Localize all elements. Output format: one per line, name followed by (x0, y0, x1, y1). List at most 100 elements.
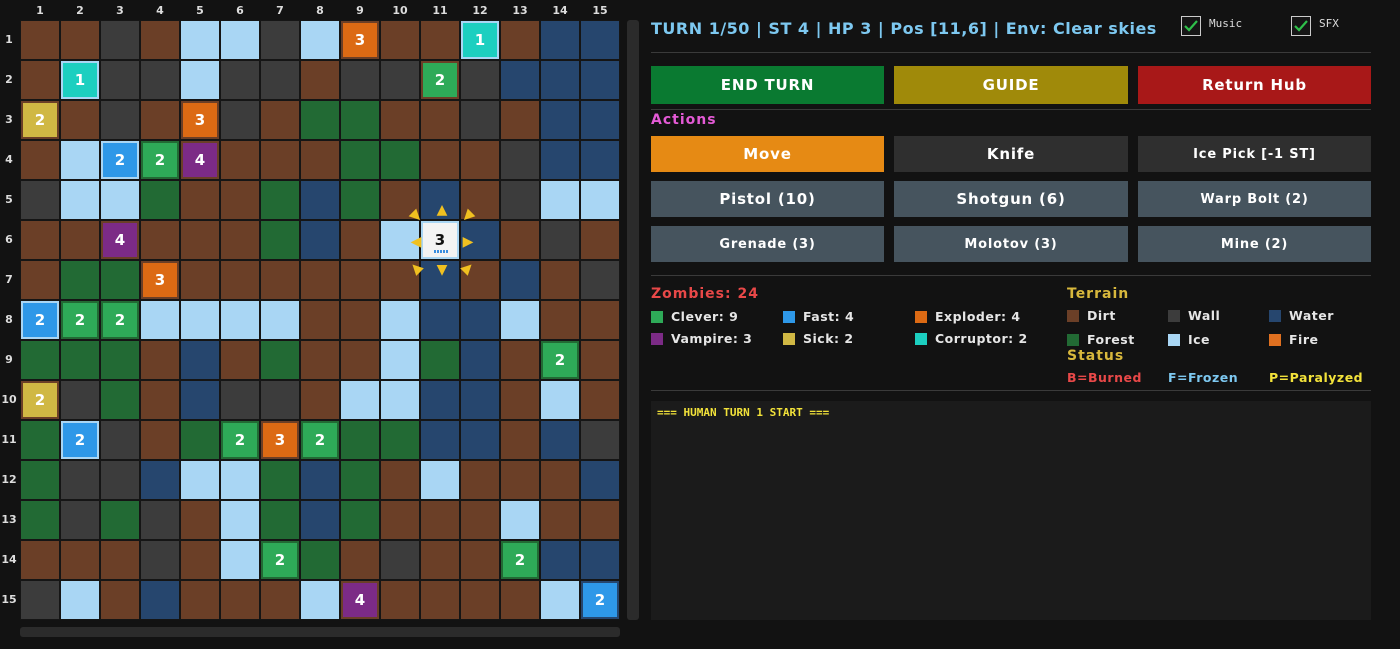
cell-dirt[interactable] (220, 260, 260, 300)
pistol-button[interactable]: Pistol (10) (651, 181, 884, 217)
music-checkbox[interactable] (1181, 16, 1201, 36)
cell-dirt[interactable] (220, 340, 260, 380)
zombie-exploder[interactable]: 3 (343, 23, 377, 57)
cell-wall[interactable] (340, 60, 380, 100)
cell-dirt[interactable]: 4 (180, 140, 220, 180)
cell-dirt[interactable] (220, 140, 260, 180)
cell-water[interactable] (460, 380, 500, 420)
cell-ice[interactable] (180, 300, 220, 340)
cell-wall[interactable] (460, 100, 500, 140)
cell-forest[interactable] (260, 220, 300, 260)
cell-wall[interactable] (100, 420, 140, 460)
move-arrow-down-icon[interactable]: ▼ (434, 262, 450, 278)
cell-dirt[interactable] (140, 420, 180, 460)
cell-forest[interactable] (260, 460, 300, 500)
cell-dirt[interactable]: 4 (100, 220, 140, 260)
zombie-corruptor[interactable]: 1 (63, 63, 97, 97)
shotgun-button[interactable]: Shotgun (6) (894, 181, 1128, 217)
zombie-clever[interactable]: 2 (303, 423, 337, 457)
return-hub-button[interactable]: Return Hub (1138, 66, 1371, 104)
cell-water[interactable] (540, 100, 580, 140)
cell-water[interactable] (580, 540, 620, 580)
cell-water[interactable] (500, 60, 540, 100)
cell-dirt[interactable] (180, 260, 220, 300)
cell-forest[interactable] (420, 340, 460, 380)
cell-forest[interactable]: 2 (540, 340, 580, 380)
mine-button[interactable]: Mine (2) (1138, 226, 1371, 262)
cell-forest[interactable] (180, 420, 220, 460)
cell-wall[interactable] (140, 540, 180, 580)
cell-ice[interactable] (60, 140, 100, 180)
board-vertical-scrollbar[interactable] (627, 20, 639, 620)
cell-dirt[interactable] (460, 580, 500, 620)
cell-dirt[interactable] (100, 540, 140, 580)
cell-dirt[interactable] (580, 500, 620, 540)
cell-wall[interactable] (140, 60, 180, 100)
cell-dirt[interactable] (540, 460, 580, 500)
cell-dirt[interactable] (380, 100, 420, 140)
cell-water[interactable] (180, 340, 220, 380)
cell-dirt[interactable] (140, 380, 180, 420)
zombie-clever[interactable]: 2 (263, 543, 297, 577)
cell-wall[interactable] (220, 100, 260, 140)
cell-dirt[interactable] (20, 260, 60, 300)
event-log[interactable]: === HUMAN TURN 1 START === (651, 401, 1371, 620)
cell-forest[interactable] (340, 500, 380, 540)
cell-dirt[interactable] (220, 580, 260, 620)
cell-dirt[interactable] (260, 260, 300, 300)
move-arrow-left-icon[interactable]: ◀ (408, 234, 424, 250)
molotov-button[interactable]: Molotov (3) (894, 226, 1128, 262)
cell-ice[interactable]: 1 (60, 60, 100, 100)
cell-forest[interactable] (20, 460, 60, 500)
cell-dirt[interactable]: 3 (180, 100, 220, 140)
board-horizontal-scrollbar[interactable] (20, 627, 620, 637)
cell-wall[interactable] (60, 460, 100, 500)
cell-dirt[interactable] (140, 340, 180, 380)
cell-dirt[interactable] (180, 220, 220, 260)
cell-wall[interactable] (20, 180, 60, 220)
player-token[interactable]: 3 (423, 223, 457, 257)
cell-ice[interactable] (580, 180, 620, 220)
cell-ice[interactable] (180, 20, 220, 60)
move-arrow-right-icon[interactable]: ▶ (460, 234, 476, 250)
cell-dirt[interactable] (180, 500, 220, 540)
cell-dirt[interactable]: 4 (340, 580, 380, 620)
cell-forest[interactable]: 2 (500, 540, 540, 580)
cell-forest[interactable]: 2 (220, 420, 260, 460)
cell-ice[interactable] (60, 580, 100, 620)
cell-wall[interactable] (20, 580, 60, 620)
cell-dirt[interactable]: 3 (340, 20, 380, 60)
cell-dirt[interactable] (340, 260, 380, 300)
cell-water[interactable] (460, 340, 500, 380)
cell-water[interactable] (580, 460, 620, 500)
cell-ice[interactable]: 2 (100, 140, 140, 180)
cell-dirt[interactable] (260, 100, 300, 140)
cell-water[interactable] (460, 420, 500, 460)
zombie-vampire[interactable]: 4 (103, 223, 137, 257)
cell-ice[interactable] (380, 380, 420, 420)
sfx-toggle[interactable]: SFX (1291, 16, 1339, 36)
cell-dirt[interactable] (500, 100, 540, 140)
cell-ice[interactable] (500, 300, 540, 340)
cell-forest[interactable] (340, 140, 380, 180)
cell-water[interactable] (580, 100, 620, 140)
zombie-clever[interactable]: 2 (503, 543, 537, 577)
cell-wall[interactable] (460, 60, 500, 100)
cell-forest[interactable] (20, 340, 60, 380)
cell-ice[interactable] (500, 500, 540, 540)
cell-water[interactable] (420, 300, 460, 340)
cell-water[interactable] (300, 180, 340, 220)
cell-dirt[interactable] (460, 500, 500, 540)
cell-ice[interactable] (540, 380, 580, 420)
cell-dirt[interactable] (140, 20, 180, 60)
cell-wall[interactable] (580, 260, 620, 300)
music-toggle[interactable]: Music (1181, 16, 1242, 36)
cell-wall[interactable] (380, 60, 420, 100)
cell-dirt[interactable] (340, 220, 380, 260)
cell-wall[interactable] (500, 140, 540, 180)
zombie-exploder[interactable]: 3 (143, 263, 177, 297)
cell-dirt[interactable] (20, 20, 60, 60)
cell-dirt[interactable] (220, 180, 260, 220)
cell-water[interactable] (300, 220, 340, 260)
cell-forest[interactable]: 2 (300, 420, 340, 460)
